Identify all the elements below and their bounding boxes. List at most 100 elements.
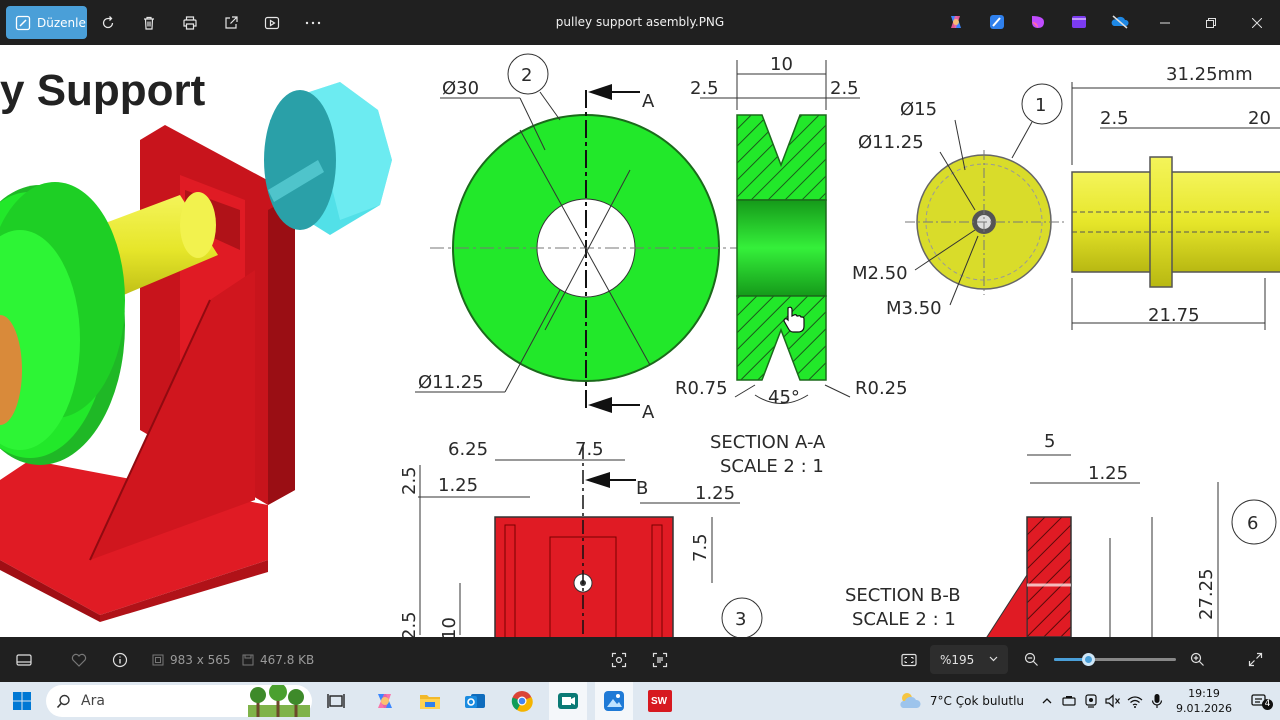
- restore-button[interactable]: [1188, 0, 1234, 45]
- taskbar-clock[interactable]: 19:19 9.01.2026: [1176, 686, 1232, 716]
- fit-to-window-button[interactable]: [901, 637, 917, 682]
- tray-microphone-button[interactable]: [1146, 693, 1168, 709]
- fit-window-icon: [901, 653, 917, 666]
- file-info-button[interactable]: [112, 637, 128, 682]
- start-button[interactable]: [13, 692, 31, 714]
- expand-icon: [1248, 652, 1263, 667]
- shaft-side-view: 31.25mm 2.5 20 21.75: [1071, 64, 1280, 330]
- system-tray: 7°C Çok bulutlu 19:19 9.01.2026 4: [898, 682, 1280, 720]
- dim-width-10: 10: [770, 54, 793, 75]
- visual-search-icon: [611, 652, 627, 667]
- dim-2-5-vertical-lower: 2.5: [399, 611, 420, 637]
- dim-1-25-b: 1.25: [695, 483, 735, 504]
- search-highlight-palm-icon: [248, 685, 310, 717]
- dim-length-31-25: 31.25mm: [1166, 64, 1253, 85]
- dim-1-25-c: 1.25: [1088, 463, 1128, 484]
- close-button[interactable]: [1234, 0, 1280, 45]
- chevron-up-icon: [1042, 698, 1052, 704]
- notification-center-button[interactable]: 4: [1240, 693, 1280, 710]
- copilot-app-button[interactable]: [942, 8, 970, 36]
- tray-drive-button[interactable]: [1058, 695, 1080, 707]
- edit-apps: [942, 8, 1134, 36]
- zoom-level-dropdown[interactable]: %195: [930, 645, 1008, 674]
- slideshow-button[interactable]: [251, 6, 292, 39]
- dimensions-icon: [152, 654, 164, 665]
- task-view-button[interactable]: [326, 692, 346, 714]
- zoom-slider[interactable]: [1054, 653, 1176, 666]
- trash-icon: [143, 16, 154, 30]
- filmstrip-button[interactable]: [16, 637, 32, 682]
- shaft-end-view: Ø15 Ø11.25 M2.50 M3.50 1: [852, 83, 1065, 319]
- dim-2-5-left: 2.5: [690, 78, 719, 99]
- windows-logo-icon: [13, 692, 31, 710]
- taskbar-outlook[interactable]: [464, 690, 486, 716]
- visual-search-button[interactable]: [611, 637, 627, 682]
- wifi-icon: [1127, 695, 1143, 708]
- microphone-icon: [1151, 694, 1163, 708]
- fullscreen-button[interactable]: [1248, 637, 1263, 682]
- pulley-front-view: A A Ø30 2 Ø11.25: [415, 53, 745, 423]
- rotate-icon: [102, 15, 113, 28]
- taskbar-solidworks[interactable]: SW: [648, 690, 672, 716]
- rotate-button[interactable]: [87, 6, 128, 39]
- more-options-button[interactable]: [292, 6, 333, 39]
- taskbar-chrome[interactable]: [511, 690, 533, 716]
- zoom-in-button[interactable]: [1190, 637, 1205, 682]
- delete-button[interactable]: [128, 6, 169, 39]
- window-controls: [1142, 0, 1280, 45]
- close-icon: [1252, 17, 1262, 28]
- onedrive-app-button[interactable]: [1106, 8, 1134, 36]
- solidworks-icon: SW: [648, 690, 672, 712]
- tray-volume-button[interactable]: [1102, 694, 1124, 708]
- clock-date: 9.01.2026: [1176, 702, 1232, 715]
- tray-wifi-button[interactable]: [1124, 695, 1146, 708]
- tray-meet-button[interactable]: [1080, 694, 1102, 708]
- minimize-icon: [1160, 22, 1170, 23]
- dim-m2-50: M2.50: [852, 263, 908, 284]
- task-view-icon: [327, 694, 345, 708]
- taskbar-copilot[interactable]: [374, 690, 396, 716]
- section-b-b-scale: SCALE 2 : 1: [852, 609, 956, 630]
- text-scan-icon: [652, 652, 668, 667]
- photos-app-window: Düzenle pulley support asembly.PNG y Sup…: [0, 0, 1280, 720]
- balloon-2: 2: [521, 65, 532, 86]
- taskbar-file-explorer[interactable]: [419, 690, 441, 716]
- copy-text-button[interactable]: [652, 637, 668, 682]
- designer-app-button[interactable]: [1024, 8, 1052, 36]
- dim-1-25-a: 1.25: [438, 475, 478, 496]
- dim-5: 5: [1044, 431, 1055, 452]
- print-button[interactable]: [169, 6, 210, 39]
- search-icon: [56, 694, 70, 708]
- dim-2-5-vertical: 2.5: [399, 466, 420, 495]
- filmstrip-icon: [16, 653, 32, 666]
- photos-icon: [604, 691, 624, 711]
- speaker-muted-icon: [1105, 694, 1120, 708]
- weather-widget[interactable]: 7°C Çok bulutlu: [898, 691, 1024, 711]
- taskbar-search-box[interactable]: Ara: [46, 685, 312, 717]
- technical-drawing: y Support A A Ø30 2 Ø11.25 10 2.5 2.5 R0…: [0, 53, 1280, 637]
- image-viewport[interactable]: y Support A A Ø30 2 Ø11.25 10 2.5 2.5 R0…: [0, 45, 1280, 637]
- zoom-out-button[interactable]: [1024, 637, 1039, 682]
- minimize-button[interactable]: [1142, 0, 1188, 45]
- edit-button[interactable]: Düzenle: [6, 6, 87, 39]
- windows-taskbar: Ara SW 7°C Çok bulutlu 19:19 9.01.2026 4: [0, 682, 1280, 720]
- dim-7-5-vertical: 7.5: [690, 533, 711, 562]
- clipchamp-app-button[interactable]: [1065, 8, 1093, 36]
- share-button[interactable]: [210, 6, 251, 39]
- onedrive-cloud-icon: [1111, 15, 1129, 29]
- weather-text: 7°C Çok bulutlu: [929, 694, 1025, 708]
- dim-2-5-right: 2.5: [830, 78, 859, 99]
- taskbar-camtasia[interactable]: [549, 682, 587, 720]
- file-size: 467.8 KB: [242, 637, 314, 682]
- taskbar-photos[interactable]: [595, 682, 633, 720]
- show-hidden-icons-button[interactable]: [1036, 698, 1058, 704]
- cloudy-weather-icon: [900, 693, 921, 708]
- paint-app-button[interactable]: [983, 8, 1011, 36]
- outlook-icon: [465, 694, 485, 708]
- restore-icon: [1206, 17, 1216, 28]
- edit-image-icon: [15, 15, 31, 30]
- zoom-slider-thumb[interactable]: [1082, 653, 1095, 666]
- favorite-button[interactable]: [71, 637, 87, 682]
- dim-diameter-11-25-left: Ø11.25: [418, 372, 484, 393]
- folder-icon: [420, 695, 440, 709]
